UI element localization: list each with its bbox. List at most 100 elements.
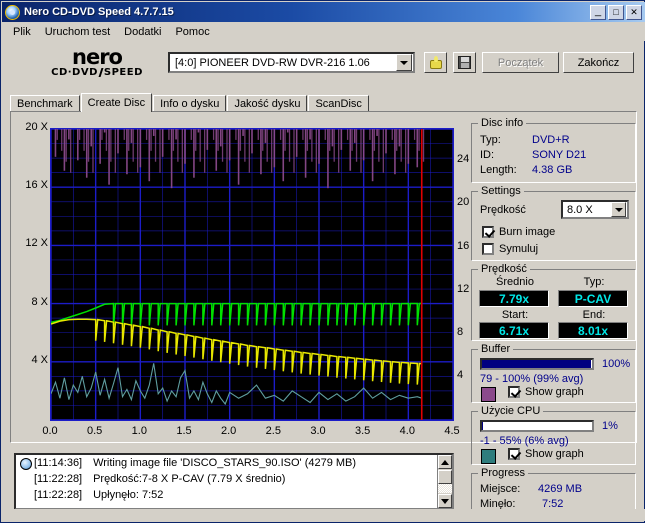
log-scrollbar[interactable] xyxy=(437,455,452,508)
simulate-checkbox[interactable]: Symuluj xyxy=(482,243,538,255)
disc-type-value: DVD+R xyxy=(532,134,570,146)
disc-id-label: ID: xyxy=(480,149,494,161)
start-button[interactable]: Początek xyxy=(482,52,559,73)
burn-image-checkbox[interactable]: Burn image xyxy=(482,226,555,238)
speed-type-value: P-CAV xyxy=(558,290,628,307)
close-button[interactable]: ✕ xyxy=(626,5,642,20)
speed-setting-label: Prędkość xyxy=(480,204,526,216)
speed-select[interactable]: 8.0 X xyxy=(561,200,629,219)
scrollbar-track[interactable] xyxy=(438,484,452,493)
menu-item-dodatki[interactable]: Dodatki xyxy=(117,24,168,40)
scroll-up-button[interactable] xyxy=(438,455,452,469)
burn-button[interactable] xyxy=(424,52,447,73)
disc-info-caption: Disc info xyxy=(478,117,526,129)
chart-plot-area xyxy=(50,128,454,421)
end-speed-value: 8.01x xyxy=(558,322,628,339)
log-entry: [11:22:28] Prędkość:7-8 X P-CAV (7.79 X … xyxy=(34,473,285,485)
buffer-show-graph-checkbox[interactable]: Show graph xyxy=(508,386,584,398)
burn-image-label: Burn image xyxy=(499,226,555,238)
settings-caption: Settings xyxy=(478,185,524,197)
drive-select[interactable]: [4:0] PIONEER DVD-RW DVR-216 1.06 xyxy=(168,52,415,73)
window-controls: _ □ ✕ xyxy=(590,5,645,20)
buffer-range-text: 79 - 100% (99% avg) xyxy=(480,373,583,385)
checkbox-box xyxy=(508,448,520,460)
chart-y-tick: 20 X xyxy=(14,121,48,133)
stop-button[interactable]: Zakończ xyxy=(563,52,634,73)
chart-x-tick: 1.5 xyxy=(167,425,201,437)
menu-item-pomoc[interactable]: Pomoc xyxy=(168,24,216,40)
tab-create-disc[interactable]: Create Disc xyxy=(81,93,152,112)
tab-jakosc-dysku[interactable]: Jakość dysku xyxy=(227,95,307,112)
cpu-percent: 1% xyxy=(602,420,618,432)
disc-length-value: 4.38 GB xyxy=(532,164,572,176)
disc-length-label: Length: xyxy=(480,164,517,176)
chevron-down-icon[interactable] xyxy=(396,54,412,71)
maximize-icon: □ xyxy=(609,6,623,19)
chart-x-tick: 1.0 xyxy=(122,425,156,437)
end-speed-label: End: xyxy=(557,309,631,321)
speed-type-label: Typ: xyxy=(557,276,631,288)
tab-info-o-dysku[interactable]: Info o dysku xyxy=(153,95,226,112)
cpu-caption: Użycie CPU xyxy=(478,405,543,417)
menu-item-plik[interactable]: Plik xyxy=(6,24,38,40)
speed-select-value: 8.0 X xyxy=(563,204,593,216)
app-window: Nero CD-DVD Speed 4.7.7.15 _ □ ✕ Plik Ur… xyxy=(0,0,645,523)
logo-subtitle: CD·DVD SPEED xyxy=(51,67,143,78)
logo-subtitle-left: CD·DVD xyxy=(51,67,98,78)
log-entry: [11:22:28] Upłynęło: 7:52 xyxy=(34,489,163,501)
disc-info-panel: Disc info Typ: DVD+R ID: SONY D21 Length… xyxy=(471,123,636,183)
speed-chart: 20 X16 X12 X8 X4 X 2420161284 0.00.51.01… xyxy=(14,118,464,444)
scrollbar-thumb[interactable] xyxy=(438,470,452,484)
log-entry: [11:14:36] Writing image file 'DISCO_STA… xyxy=(34,457,356,469)
save-floppy-icon xyxy=(458,56,471,69)
cpu-show-graph-label: Show graph xyxy=(525,448,584,460)
logo-subtitle-right: SPEED xyxy=(104,67,143,78)
disc-type-label: Typ: xyxy=(480,134,501,146)
title-bar: Nero CD-DVD Speed 4.7.7.15 _ □ ✕ xyxy=(2,2,645,22)
minimize-button[interactable]: _ xyxy=(590,5,606,20)
tab-benchmark[interactable]: Benchmark xyxy=(10,95,80,112)
log-entry-text: Upłynęło: 7:52 xyxy=(93,489,163,501)
chevron-down-icon[interactable] xyxy=(611,202,626,217)
chart-x-tick: 2.5 xyxy=(256,425,290,437)
drive-select-value: [4:0] PIONEER DVD-RW DVR-216 1.06 xyxy=(170,57,370,69)
scroll-down-button[interactable] xyxy=(438,494,452,508)
chart-x-tick: 0.0 xyxy=(33,425,67,437)
menu-bar: Plik Uruchom test Dodatki Pomoc xyxy=(2,22,645,41)
chart-x-tick: 4.5 xyxy=(435,425,469,437)
log-entry-time: [11:22:28] xyxy=(34,473,90,485)
status-bar xyxy=(2,509,645,521)
nero-app-icon xyxy=(5,5,20,20)
buffer-panel: Buffer 100% 79 - 100% (99% avg) Show gra… xyxy=(471,349,636,403)
simulate-label: Symuluj xyxy=(499,243,538,255)
nero-logo: nero CD·DVD SPEED xyxy=(38,44,156,82)
tab-scandisc[interactable]: ScanDisc xyxy=(308,95,368,112)
progress-place-label: Miejsce: xyxy=(480,483,520,495)
chart-y-tick: 12 X xyxy=(14,237,48,249)
log-panel[interactable]: [11:14:36] Writing image file 'DISCO_STA… xyxy=(14,453,454,510)
chart-y-tick: 4 X xyxy=(14,354,48,366)
speed-panel-caption: Prędkość xyxy=(478,263,530,275)
buffer-progress-bar xyxy=(480,358,594,370)
start-speed-label: Start: xyxy=(478,309,552,321)
minimize-icon: _ xyxy=(591,6,605,19)
disc-id-value: SONY D21 xyxy=(532,149,586,161)
menu-item-uruchom-test[interactable]: Uruchom test xyxy=(38,24,117,40)
chart-x-tick: 0.5 xyxy=(78,425,112,437)
checkbox-box xyxy=(482,226,494,238)
chart-y-tick: 16 X xyxy=(14,179,48,191)
chart-canvas xyxy=(51,129,453,420)
buffer-color-swatch xyxy=(481,387,496,402)
save-button[interactable] xyxy=(453,52,476,73)
checkbox-box xyxy=(508,386,520,398)
cpu-show-graph-checkbox[interactable]: Show graph xyxy=(508,448,584,460)
progress-place-value: 4269 MB xyxy=(538,483,582,495)
chart-x-tick: 3.5 xyxy=(346,425,380,437)
cpu-range-text: -1 - 55% (6% avg) xyxy=(480,435,569,447)
cpu-progress-bar xyxy=(480,420,594,432)
speed-panel: Prędkość Średnio 7.79x Typ: P-CAV Start:… xyxy=(471,269,636,341)
buffer-caption: Buffer xyxy=(478,343,513,355)
maximize-button[interactable]: □ xyxy=(608,5,624,20)
chart-x-tick: 2.0 xyxy=(212,425,246,437)
log-entry-text: Prędkość:7-8 X P-CAV (7.79 X średnio) xyxy=(93,473,285,485)
